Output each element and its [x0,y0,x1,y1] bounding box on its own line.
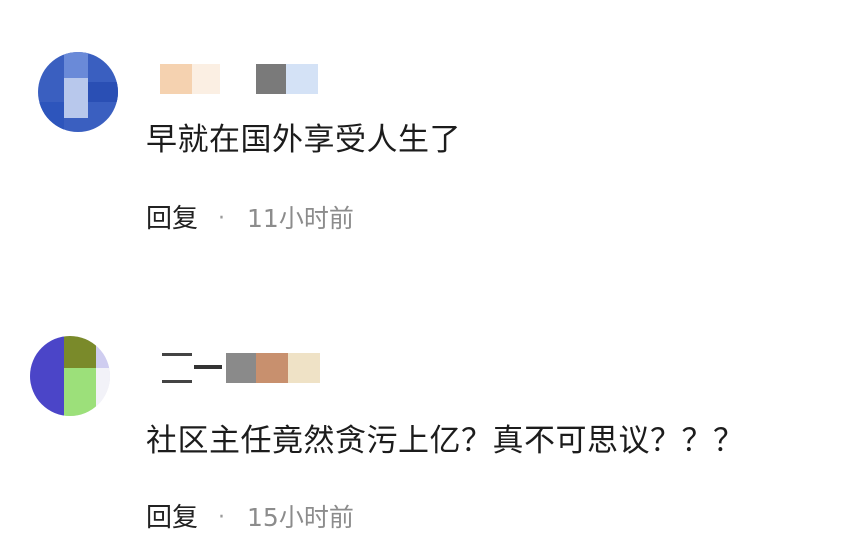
username-mosaic[interactable] [150,353,330,383]
comment-meta: 回复 · 15小时前 [146,501,354,535]
avatar-mosaic-tile [30,336,64,416]
avatar-mosaic-tile [64,52,88,78]
avatar-mosaic-tile [88,82,118,102]
comment-item: 社区主任竟然贪污上亿？真不可思议？？？ 回复 · 15小时前 [0,279,842,558]
mosaic-block [286,64,318,94]
comment-timestamp: 11小时前 [247,204,354,233]
mosaic-block [162,353,192,383]
avatar-mosaic-tile [96,336,110,368]
mosaic-block [194,365,222,369]
username-mosaic[interactable] [160,64,330,94]
avatar[interactable] [30,336,110,416]
avatar-mosaic-tile [64,78,88,118]
mosaic-block [256,353,288,383]
meta-separator: · [218,505,226,530]
comment-text: 早就在国外享受人生了 [146,122,461,158]
mosaic-block [160,64,192,94]
avatar-mosaic-tile [64,368,96,416]
avatar-mosaic-tile [96,368,110,416]
mosaic-block [288,353,320,383]
avatar[interactable] [38,52,118,132]
comment-meta: 回复 · 11小时前 [146,202,354,236]
mosaic-block [256,64,286,94]
avatar-mosaic-tile [64,336,96,368]
meta-separator: · [218,206,226,231]
comment-item: 早就在国外享受人生了 回复 · 11小时前 [0,0,842,279]
comment-timestamp: 15小时前 [247,503,354,532]
reply-button[interactable]: 回复 [146,501,198,535]
reply-button[interactable]: 回复 [146,202,198,236]
mosaic-block [192,64,220,94]
comment-text: 社区主任竟然贪污上亿？真不可思议？？？ [146,423,745,459]
avatar-mosaic-tile [38,102,64,132]
mosaic-block [226,353,256,383]
